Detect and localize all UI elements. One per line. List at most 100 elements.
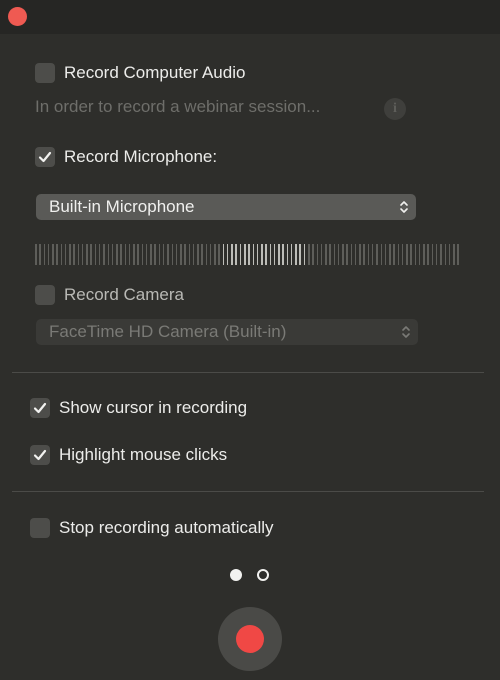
camera-select-value: FaceTime HD Camera (Built-in) bbox=[49, 322, 287, 341]
record-button[interactable] bbox=[218, 607, 282, 671]
level-bar bbox=[389, 244, 391, 265]
recording-options-panel bbox=[0, 34, 500, 680]
level-bar bbox=[299, 244, 301, 265]
level-bar bbox=[295, 244, 297, 265]
section-divider bbox=[12, 491, 484, 492]
microphone-checkbox[interactable] bbox=[35, 147, 55, 167]
stop-auto-label: Stop recording automatically bbox=[59, 518, 274, 537]
level-bar bbox=[406, 244, 408, 265]
level-bar bbox=[248, 244, 250, 265]
level-bar bbox=[371, 244, 374, 265]
checkmark-icon bbox=[33, 402, 47, 414]
level-bar bbox=[427, 244, 429, 265]
level-bar bbox=[265, 244, 267, 265]
show-cursor-option[interactable]: Show cursor in recording bbox=[30, 398, 247, 418]
level-bar bbox=[273, 244, 276, 265]
level-bar bbox=[423, 244, 425, 265]
page-indicator bbox=[0, 569, 500, 583]
level-bar bbox=[81, 244, 84, 265]
level-bar bbox=[410, 244, 412, 265]
level-bar bbox=[222, 244, 225, 265]
level-bar bbox=[367, 244, 370, 265]
level-bar bbox=[303, 244, 306, 265]
level-bar bbox=[111, 244, 114, 265]
info-icon[interactable]: i bbox=[384, 98, 406, 120]
page-dot-2[interactable] bbox=[256, 569, 269, 581]
level-bar bbox=[337, 244, 340, 265]
level-bar bbox=[440, 244, 442, 265]
level-bar bbox=[171, 244, 173, 265]
level-bar bbox=[205, 244, 208, 265]
level-bar bbox=[359, 244, 361, 265]
level-bar bbox=[457, 244, 459, 265]
computer-audio-option[interactable]: Record Computer Audio bbox=[35, 63, 245, 83]
level-bar bbox=[98, 244, 101, 265]
level-bar bbox=[90, 244, 92, 265]
level-bar bbox=[43, 244, 46, 265]
record-icon bbox=[236, 625, 264, 653]
level-bar bbox=[214, 244, 216, 265]
level-bar bbox=[64, 244, 67, 265]
camera-select[interactable]: FaceTime HD Camera (Built-in) bbox=[36, 319, 418, 345]
level-bar bbox=[354, 244, 357, 265]
level-bar bbox=[150, 244, 152, 265]
level-bar bbox=[137, 244, 139, 265]
level-bar bbox=[52, 244, 54, 265]
level-bar bbox=[35, 244, 37, 265]
camera-label: Record Camera bbox=[64, 285, 184, 304]
show-cursor-checkbox[interactable] bbox=[30, 398, 50, 418]
stop-auto-option[interactable]: Stop recording automatically bbox=[30, 518, 274, 538]
level-bar bbox=[69, 244, 71, 265]
level-bar bbox=[418, 244, 421, 265]
section-divider bbox=[12, 372, 484, 373]
level-bar bbox=[325, 244, 327, 265]
level-bar bbox=[320, 244, 323, 265]
checkmark-icon bbox=[38, 151, 52, 163]
level-bar bbox=[218, 244, 220, 265]
computer-audio-checkbox[interactable] bbox=[35, 63, 55, 83]
camera-option[interactable]: Record Camera bbox=[35, 285, 184, 305]
microphone-option[interactable]: Record Microphone: bbox=[35, 147, 217, 167]
highlight-clicks-option[interactable]: Highlight mouse clicks bbox=[30, 445, 227, 465]
level-bar bbox=[282, 244, 284, 265]
audio-level-meter bbox=[35, 244, 459, 265]
level-bar bbox=[77, 244, 80, 265]
level-bar bbox=[192, 244, 195, 265]
page-dot-1[interactable] bbox=[229, 569, 242, 581]
level-bar bbox=[60, 244, 63, 265]
level-bar bbox=[167, 244, 169, 265]
level-bar bbox=[145, 244, 148, 265]
level-bar bbox=[269, 244, 272, 265]
level-bar bbox=[39, 244, 41, 265]
level-bar bbox=[312, 244, 314, 265]
close-window-button[interactable] bbox=[8, 7, 27, 26]
highlight-clicks-checkbox[interactable] bbox=[30, 445, 50, 465]
level-bar bbox=[180, 244, 182, 265]
camera-checkbox[interactable] bbox=[35, 285, 55, 305]
chevron-updown-icon bbox=[400, 324, 412, 340]
level-bar bbox=[278, 244, 280, 265]
chevron-updown-icon bbox=[398, 199, 410, 215]
level-bar bbox=[431, 244, 434, 265]
webinar-hint-text: In order to record a webinar session... bbox=[35, 97, 321, 116]
highlight-clicks-label: Highlight mouse clicks bbox=[59, 445, 228, 464]
level-bar bbox=[94, 244, 97, 265]
level-bar bbox=[209, 244, 212, 265]
level-bar bbox=[239, 244, 242, 265]
level-bar bbox=[316, 244, 319, 265]
microphone-select-value: Built-in Microphone bbox=[49, 197, 195, 216]
level-bar bbox=[350, 244, 353, 265]
level-bar bbox=[444, 244, 446, 265]
level-bar bbox=[401, 244, 404, 265]
level-bar bbox=[124, 244, 127, 265]
level-bar bbox=[363, 244, 365, 265]
microphone-select[interactable]: Built-in Microphone bbox=[36, 194, 416, 220]
level-bar bbox=[133, 244, 135, 265]
level-bar bbox=[261, 244, 263, 265]
stop-auto-checkbox[interactable] bbox=[30, 518, 50, 538]
level-bar bbox=[188, 244, 191, 265]
level-bar bbox=[56, 244, 58, 265]
level-bar bbox=[252, 244, 255, 265]
level-bar bbox=[154, 244, 156, 265]
level-bar bbox=[86, 244, 88, 265]
